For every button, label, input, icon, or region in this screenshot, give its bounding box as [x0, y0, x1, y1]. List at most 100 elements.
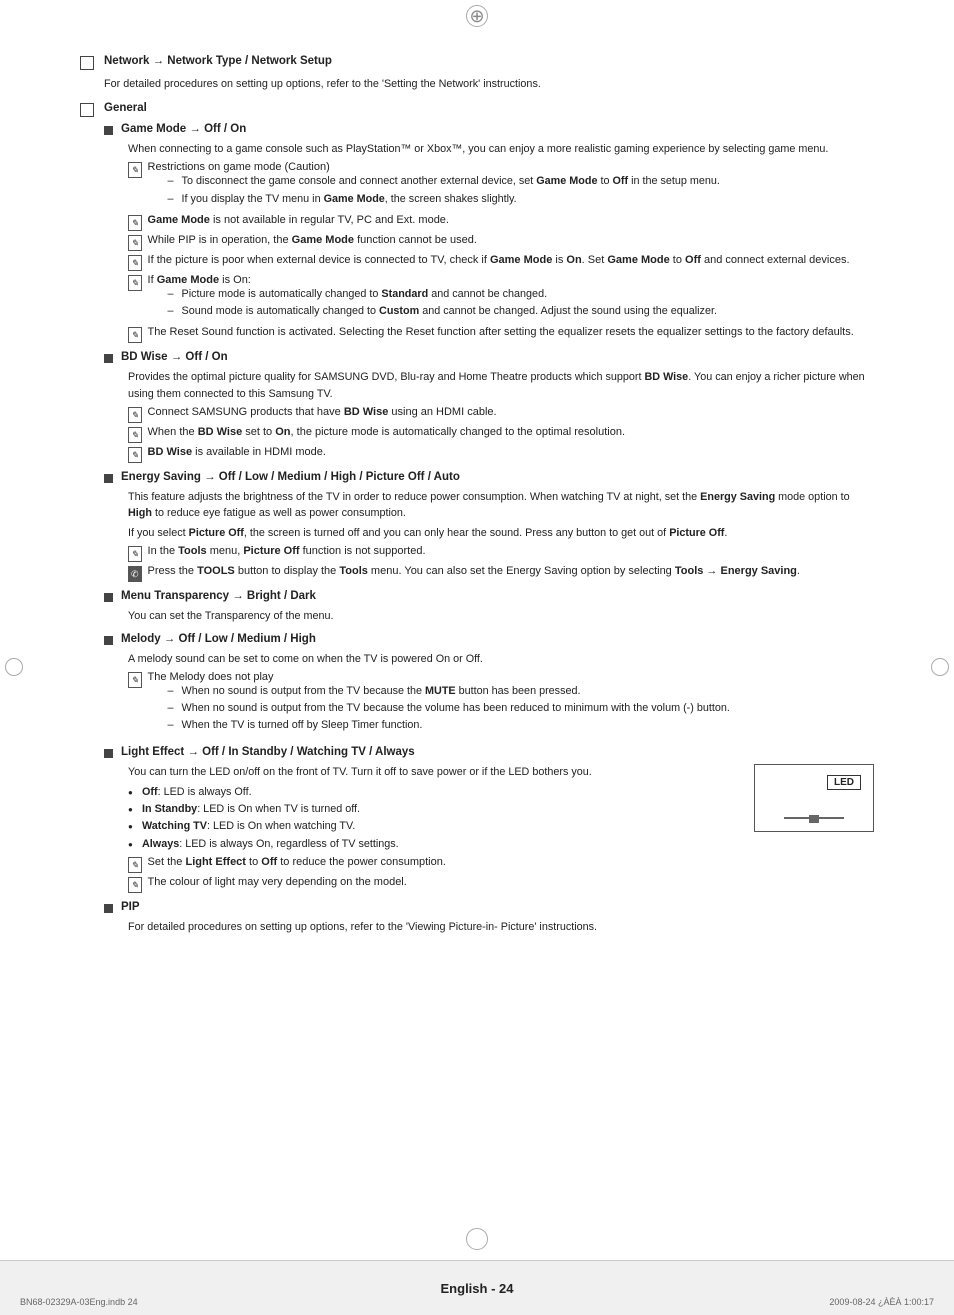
bd-wise-note-3: ✎ BD Wise is available in HDMI mode. [128, 446, 874, 463]
melody-dash-list: When no sound is output from the TV beca… [168, 683, 730, 735]
melody-dash-2: When no sound is output from the TV beca… [168, 700, 730, 717]
melody-square-icon [104, 636, 113, 645]
menu-transparency-section: Menu Transparency → Bright / Dark You ca… [104, 590, 874, 624]
melody-dash-3: When the TV is turned off by Sleep Timer… [168, 717, 730, 734]
note-icon-5: ✎ [128, 275, 142, 291]
pip-square-icon [104, 904, 113, 913]
note-icon-2: ✎ [128, 215, 142, 231]
energy-saving-title: Energy Saving → Off / Low / Medium / Hig… [121, 471, 460, 483]
light-effect-square-icon [104, 749, 113, 758]
led-diagram: LED [754, 764, 874, 832]
note-text-3: While PIP is in operation, the Game Mode… [148, 234, 477, 246]
energy-note-text-2: Press the TOOLS button to display the To… [148, 565, 800, 577]
game-mode-note-5: ✎ If Game Mode is On: Picture mode is au… [128, 274, 874, 324]
page-wrapper: Network → Network Type / Network Setup F… [0, 0, 954, 1315]
led-label: LED [827, 775, 861, 790]
bd-wise-title: BD Wise → Off / On [121, 351, 228, 363]
light-off-item: Off: LED is always Off. [128, 784, 684, 801]
bd-note-icon-1: ✎ [128, 407, 142, 423]
content-area: Network → Network Type / Network Setup F… [0, 0, 954, 975]
note-text-1: Restrictions on game mode (Caution) To d… [148, 161, 720, 211]
bd-note-text-2: When the BD Wise set to On, the picture … [148, 426, 625, 438]
melody-notes: ✎ The Melody does not play When no sound… [128, 671, 874, 738]
energy-saving-section: Energy Saving → Off / Low / Medium / Hig… [104, 471, 874, 583]
light-effect-bullet-list: Off: LED is always Off. In Standby: LED … [128, 784, 684, 853]
bd-note-icon-2: ✎ [128, 427, 142, 443]
energy-saving-desc1: This feature adjusts the brightness of t… [128, 489, 874, 521]
note-icon-1: ✎ [128, 162, 142, 178]
melody-dash-1: When no sound is output from the TV beca… [168, 683, 730, 700]
general-checkbox-item: General [80, 102, 874, 117]
light-watching-item: Watching TV: LED is On when watching TV. [128, 818, 684, 835]
menu-transparency-title: Menu Transparency → Bright / Dark [121, 590, 316, 602]
light-effect-notes: ✎ Set the Light Effect to Off to reduce … [128, 856, 684, 893]
game-mode-dash-list-2: Picture mode is automatically changed to… [168, 286, 717, 321]
menu-transparency-desc: You can set the Transparency of the menu… [128, 608, 874, 624]
bd-note-text-1: Connect SAMSUNG products that have BD Wi… [148, 406, 497, 418]
note-text-2: Game Mode is not available in regular TV… [148, 214, 449, 226]
dash-item-2: If you display the TV menu in Game Mode,… [168, 191, 720, 208]
note-icon-3: ✎ [128, 235, 142, 251]
light-note-text-2: The colour of light may very depending o… [148, 876, 407, 888]
melody-note-main: ✎ The Melody does not play When no sound… [128, 671, 874, 738]
registration-mark-bottom [466, 1228, 488, 1250]
pip-section: PIP For detailed procedures on setting u… [104, 901, 874, 935]
registration-mark-top [466, 5, 488, 27]
note-text-6: The Reset Sound function is activated. S… [148, 326, 854, 338]
menu-transparency-square-icon [104, 593, 113, 602]
melody-desc: A melody sound can be set to come on whe… [128, 651, 874, 667]
melody-note-icon: ✎ [128, 672, 142, 688]
bd-wise-desc: Provides the optimal picture quality for… [128, 369, 874, 401]
energy-saving-notes: ✎ In the Tools menu, Picture Off functio… [128, 545, 874, 582]
game-mode-title: Game Mode → Off / On [121, 123, 246, 135]
pip-title: PIP [121, 901, 140, 913]
game-mode-note-6: ✎ The Reset Sound function is activated.… [128, 326, 874, 343]
melody-section: Melody → Off / Low / Medium / High A mel… [104, 633, 874, 738]
light-note-icon-1: ✎ [128, 857, 142, 873]
bd-wise-section: BD Wise → Off / On Provides the optimal … [104, 351, 874, 462]
energy-note-text-1: In the Tools menu, Picture Off function … [148, 545, 426, 557]
light-standby-item: In Standby: LED is On when TV is turned … [128, 801, 684, 818]
melody-note-text: The Melody does not play When no sound i… [148, 671, 730, 738]
melody-title: Melody → Off / Low / Medium / High [121, 633, 316, 645]
registration-mark-left [5, 658, 23, 676]
game-mode-note-1: ✎ Restrictions on game mode (Caution) To… [128, 161, 874, 211]
game-mode-section: Game Mode → Off / On When connecting to … [104, 123, 874, 343]
general-checkbox-icon [80, 103, 94, 117]
game-mode-square-icon [104, 126, 113, 135]
light-effect-section: Light Effect → Off / In Standby / Watchi… [104, 746, 874, 893]
network-desc: For detailed procedures on setting up op… [104, 76, 874, 92]
note-icon-6: ✎ [128, 327, 142, 343]
network-checkbox-item: Network → Network Type / Network Setup [80, 55, 874, 70]
led-stand [809, 815, 819, 823]
note-icon-4: ✎ [128, 255, 142, 271]
energy-saving-note-1: ✎ In the Tools menu, Picture Off functio… [128, 545, 874, 562]
energy-saving-note-2: ✆ Press the TOOLS button to display the … [128, 565, 874, 582]
bd-wise-note-1: ✎ Connect SAMSUNG products that have BD … [128, 406, 874, 423]
game-mode-note-4: ✎ If the picture is poor when external d… [128, 254, 874, 271]
general-section: General Game Mode → Off / On When connec… [80, 102, 874, 935]
energy-saving-square-icon [104, 474, 113, 483]
note-text-5: If Game Mode is On: Picture mode is auto… [148, 274, 717, 324]
dash-item-1: To disconnect the game console and conne… [168, 173, 720, 190]
dash-item-3: Picture mode is automatically changed to… [168, 286, 717, 303]
game-mode-notes: ✎ Restrictions on game mode (Caution) To… [128, 161, 874, 343]
light-effect-title: Light Effect → Off / In Standby / Watchi… [121, 746, 415, 758]
light-note-icon-2: ✎ [128, 877, 142, 893]
game-mode-note-2: ✎ Game Mode is not available in regular … [128, 214, 874, 231]
light-note-2: ✎ The colour of light may very depending… [128, 876, 684, 893]
bd-wise-square-icon [104, 354, 113, 363]
light-effect-desc: You can turn the LED on/off on the front… [128, 764, 684, 780]
registration-mark-right [931, 658, 949, 676]
pip-desc: For detailed procedures on setting up op… [128, 919, 874, 935]
network-section: Network → Network Type / Network Setup F… [80, 55, 874, 92]
light-note-text-1: Set the Light Effect to Off to reduce th… [148, 856, 446, 868]
general-title: General [104, 102, 147, 114]
footer-bar: English - 24 BN68-02329A-03Eng.indb 24 2… [0, 1260, 954, 1315]
light-note-1: ✎ Set the Light Effect to Off to reduce … [128, 856, 684, 873]
game-mode-note-3: ✎ While PIP is in operation, the Game Mo… [128, 234, 874, 251]
bd-note-icon-3: ✎ [128, 447, 142, 463]
light-effect-desc-block: You can turn the LED on/off on the front… [104, 764, 684, 893]
light-always-item: Always: LED is always On, regardless of … [128, 836, 684, 853]
network-checkbox-icon [80, 56, 94, 70]
